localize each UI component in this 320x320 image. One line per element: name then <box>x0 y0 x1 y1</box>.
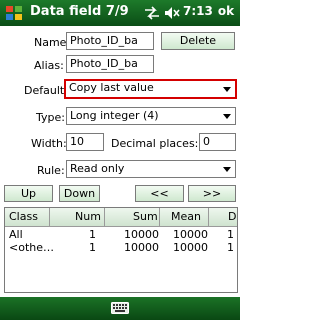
chevron-down-icon <box>223 167 231 172</box>
chevron-down-icon <box>223 87 231 92</box>
previous-button[interactable]: << <box>135 185 184 202</box>
default-select-value: Copy last value <box>69 81 154 94</box>
statistics-table[interactable]: Class Num Sum Mean D All 1 10000 10000 1… <box>4 207 238 293</box>
clock[interactable]: 7:13 <box>183 4 213 18</box>
volume-muted-icon[interactable] <box>164 6 180 20</box>
cell-sum: 10000 <box>124 241 159 254</box>
cell-num: 1 <box>89 228 96 241</box>
name-field[interactable]: Photo_ID_ba <box>66 32 154 50</box>
column-header-num[interactable]: Num <box>75 210 101 223</box>
cell-sum: 10000 <box>124 228 159 241</box>
cell-d: 1 <box>227 241 234 254</box>
delete-button[interactable]: Delete <box>161 32 235 50</box>
column-header-d[interactable]: D <box>228 210 236 223</box>
chevron-down-icon <box>223 114 231 119</box>
ok-button[interactable]: ok <box>216 4 236 22</box>
name-label: Name: <box>34 36 71 49</box>
keyboard-icon[interactable] <box>111 302 129 314</box>
table-row[interactable]: <othe… 1 10000 10000 1 <box>5 241 237 255</box>
decimal-places-field[interactable]: 0 <box>199 133 236 151</box>
column-divider <box>159 208 160 226</box>
screen: Data field 7/9 7:13 ok Name: Photo_ID_ba… <box>0 0 240 320</box>
type-select-value: Long integer (4) <box>70 109 159 122</box>
column-header-sum[interactable]: Sum <box>133 210 158 223</box>
rule-label: Rule: <box>37 164 65 177</box>
column-divider <box>49 208 50 226</box>
cell-class: All <box>9 228 23 241</box>
default-select[interactable]: Copy last value <box>64 79 237 99</box>
column-divider <box>104 208 105 226</box>
connectivity-arrows-icon[interactable] <box>144 6 160 20</box>
table-header: Class Num Sum Mean D <box>5 208 237 227</box>
soft-key-bar <box>0 297 240 320</box>
rule-select-value: Read only <box>70 162 125 175</box>
cell-mean: 10000 <box>173 241 208 254</box>
cell-mean: 10000 <box>173 228 208 241</box>
cell-class: <othe… <box>9 241 54 254</box>
decimal-places-label: Decimal places: <box>111 137 199 150</box>
width-label: Width: <box>31 137 67 150</box>
column-divider <box>208 208 209 226</box>
rule-select[interactable]: Read only <box>66 160 236 178</box>
alias-label: Alias: <box>34 59 64 72</box>
cell-d: 1 <box>227 228 234 241</box>
down-button[interactable]: Down <box>59 185 100 202</box>
column-header-class[interactable]: Class <box>9 210 38 223</box>
cell-num: 1 <box>89 241 96 254</box>
type-select[interactable]: Long integer (4) <box>66 107 236 125</box>
up-button[interactable]: Up <box>4 185 53 202</box>
column-header-mean[interactable]: Mean <box>171 210 201 223</box>
next-button[interactable]: >> <box>188 185 236 202</box>
windows-logo-icon[interactable] <box>4 3 24 23</box>
width-field[interactable]: 10 <box>66 133 104 151</box>
default-label: Default: <box>24 84 68 97</box>
title-bar: Data field 7/9 7:13 ok <box>0 0 240 26</box>
window-title: Data field 7/9 <box>30 4 129 19</box>
type-label: Type: <box>36 111 65 124</box>
table-row[interactable]: All 1 10000 10000 1 <box>5 228 237 242</box>
alias-field[interactable]: Photo_ID_ba <box>66 55 154 73</box>
